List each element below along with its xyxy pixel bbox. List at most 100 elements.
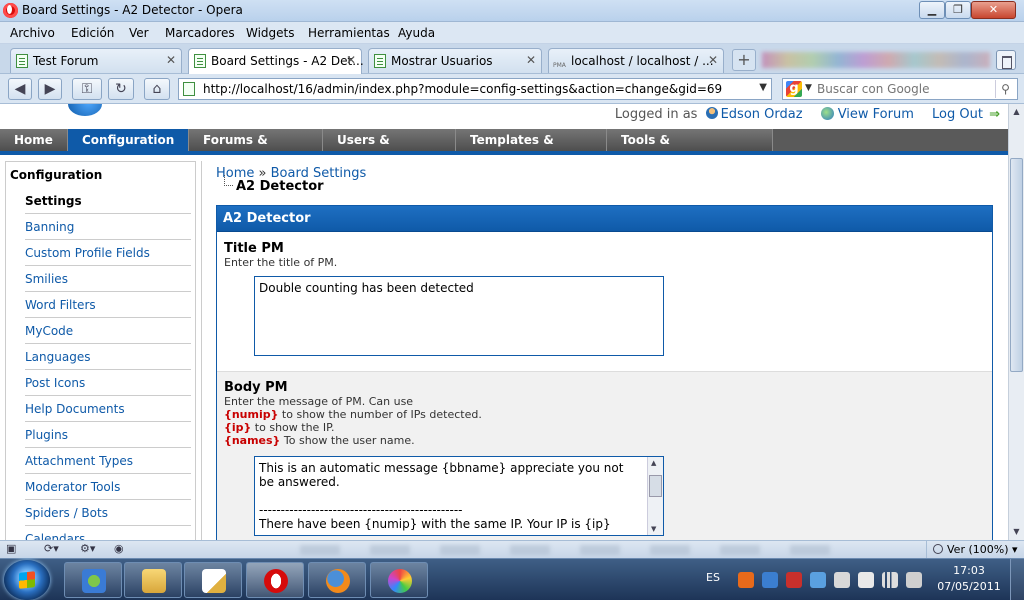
tab-mostrar-usuarios[interactable]: Mostrar Usuarios ✕	[368, 48, 542, 73]
close-tab-icon[interactable]: ✕	[166, 53, 176, 67]
status-info	[300, 545, 860, 555]
sidebar-item-smilies[interactable]: Smilies	[25, 266, 191, 292]
url-text: http://localhost/16/admin/index.php?modu…	[203, 82, 723, 96]
sidebar-item-banning[interactable]: Banning	[25, 214, 191, 240]
battery-icon[interactable]	[906, 572, 922, 588]
app-tray-icon[interactable]	[810, 572, 826, 588]
close-tab-icon[interactable]: ✕	[526, 53, 536, 67]
tab-phpmyadmin[interactable]: localhost / localhost / ... ✕	[548, 48, 724, 73]
nav-templates-style[interactable]: Templates & Style	[456, 129, 607, 169]
sidebar-item-help-documents[interactable]: Help Documents	[25, 396, 191, 422]
menu-ver[interactable]: Ver	[129, 26, 149, 40]
taskbar-notepad[interactable]	[184, 562, 242, 598]
sidebar-item-word-filters[interactable]: Word Filters	[25, 292, 191, 318]
network-icon[interactable]: ⚙▾	[80, 542, 95, 555]
speed-dial-icon[interactable]: ◉	[114, 542, 124, 555]
volume-muted-icon[interactable]	[834, 572, 850, 588]
taskbar-paint[interactable]	[370, 562, 428, 598]
body-pm-scrollbar[interactable]: ▲ ▼	[647, 457, 663, 535]
nav-forums-posts[interactable]: Forums & Posts	[189, 129, 323, 169]
nav-configuration[interactable]: Configuration	[68, 129, 189, 151]
panel-toggle-icon[interactable]: ▣	[6, 542, 16, 555]
sidebar-item-calendars[interactable]: Calendars	[25, 526, 191, 540]
close-tab-icon[interactable]: ✕	[346, 53, 356, 67]
body-pm-names-line: {names} To show the user name.	[224, 434, 415, 447]
nav-home[interactable]: Home	[0, 129, 68, 151]
google-logo-icon[interactable]: g	[786, 81, 802, 97]
scroll-thumb[interactable]	[649, 475, 662, 497]
taskbar-explorer[interactable]	[124, 562, 182, 598]
xampp-icon[interactable]	[738, 572, 754, 588]
tab-test-forum[interactable]: Test Forum ✕	[10, 48, 182, 73]
title-pm-label: Title PM	[224, 241, 284, 256]
sidebar-item-mycode[interactable]: MyCode	[25, 318, 191, 344]
forward-arrow-icon[interactable]: ▶	[38, 78, 62, 100]
scroll-up-icon[interactable]: ▲	[651, 459, 656, 467]
nav-tools-maintenance[interactable]: Tools & Maintenance	[607, 129, 773, 169]
body-pm-numip-line: {numip} to show the number of IPs detect…	[224, 408, 482, 421]
close-tab-icon[interactable]: ✕	[708, 53, 718, 67]
menu-archivo[interactable]: Archivo	[10, 26, 55, 40]
new-tab-button[interactable]: +	[732, 49, 756, 71]
taskbar-firefox[interactable]	[308, 562, 366, 598]
search-input[interactable]	[817, 81, 987, 97]
sidebar-item-post-icons[interactable]: Post Icons	[25, 370, 191, 396]
page-icon	[194, 54, 206, 68]
sidebar-item-plugins[interactable]: Plugins	[25, 422, 191, 448]
tab-board-settings[interactable]: Board Settings - A2 Det... ✕	[188, 48, 364, 74]
trash-icon[interactable]	[996, 50, 1016, 70]
scroll-down-icon[interactable]: ▼	[1009, 524, 1024, 540]
username-link[interactable]: Edson Ordaz	[721, 107, 803, 122]
sidebar-item-attachment-types[interactable]: Attachment Types	[25, 448, 191, 474]
taskbar-messenger[interactable]	[64, 562, 122, 598]
wand-key-icon[interactable]: ⚿	[72, 78, 102, 100]
scroll-up-icon[interactable]: ▲	[1009, 104, 1024, 120]
menu-ayuda[interactable]: Ayuda	[398, 26, 435, 40]
sidebar-item-custom-profile-fields[interactable]: Custom Profile Fields	[25, 240, 191, 266]
minimize-button[interactable]: ▁	[919, 1, 945, 19]
language-indicator[interactable]: ES	[706, 571, 720, 584]
sidebar-item-settings[interactable]: Settings	[25, 188, 191, 214]
taskbar-opera[interactable]	[246, 562, 304, 598]
show-desktop-button[interactable]	[1010, 559, 1024, 600]
tab-bar: Test Forum ✕ Board Settings - A2 Det... …	[0, 44, 1024, 74]
maximize-button[interactable]: ❐	[945, 1, 971, 19]
sidebar-item-moderator-tools[interactable]: Moderator Tools	[25, 474, 191, 500]
page-icon	[183, 82, 195, 96]
view-forum-link[interactable]: View Forum	[838, 107, 914, 122]
monitor-icon[interactable]	[762, 572, 778, 588]
menu-herramientas[interactable]: Herramientas	[308, 26, 390, 40]
menu-widgets[interactable]: Widgets	[246, 26, 295, 40]
menu-marcadores[interactable]: Marcadores	[165, 26, 235, 40]
close-window-button[interactable]: ✕	[971, 1, 1016, 19]
panel-title: A2 Detector	[217, 206, 992, 232]
home-icon[interactable]: ⌂	[144, 78, 170, 100]
title-pm-field[interactable]: Double counting has been detected	[254, 276, 664, 356]
scroll-down-icon[interactable]: ▼	[651, 525, 656, 533]
ip-description: to show the IP.	[251, 421, 335, 434]
menu-edicion[interactable]: Edición	[71, 26, 114, 40]
sidebar-item-spiders-bots[interactable]: Spiders / Bots	[25, 500, 191, 526]
body-pm-field[interactable]: This is an automatic message {bbname} ap…	[254, 456, 664, 536]
action-center-icon[interactable]	[858, 572, 874, 588]
clock-date: 07/05/2011	[937, 580, 1001, 593]
chevron-down-icon[interactable]: ▼	[759, 82, 767, 93]
zoom-control[interactable]: Ver (100%) ▾	[926, 541, 1022, 558]
log-out-link[interactable]: Log Out	[932, 107, 983, 122]
search-icon[interactable]: ⚲	[995, 80, 1015, 98]
scroll-thumb[interactable]	[1010, 158, 1023, 372]
chevron-down-icon[interactable]: ▼	[805, 83, 812, 93]
nav-users-groups[interactable]: Users & Groups	[323, 129, 456, 169]
network-signal-icon[interactable]	[882, 572, 898, 588]
start-button[interactable]	[4, 560, 50, 600]
address-bar[interactable]: http://localhost/16/admin/index.php?modu…	[178, 78, 772, 100]
user-info-bar: Logged in as Edson Ordaz View Forum Log …	[615, 107, 1000, 122]
antivirus-icon[interactable]	[786, 572, 802, 588]
reload-icon[interactable]: ↻	[108, 78, 134, 100]
sidebar-heading: Configuration	[10, 168, 103, 182]
page-scrollbar[interactable]: ▲ ▼	[1008, 104, 1024, 540]
back-arrow-icon[interactable]: ◀	[8, 78, 32, 100]
sync-icon[interactable]: ⟳▾	[44, 542, 59, 555]
sidebar-item-languages[interactable]: Languages	[25, 344, 191, 370]
system-clock[interactable]: 17:03 07/05/2011	[934, 563, 1004, 595]
